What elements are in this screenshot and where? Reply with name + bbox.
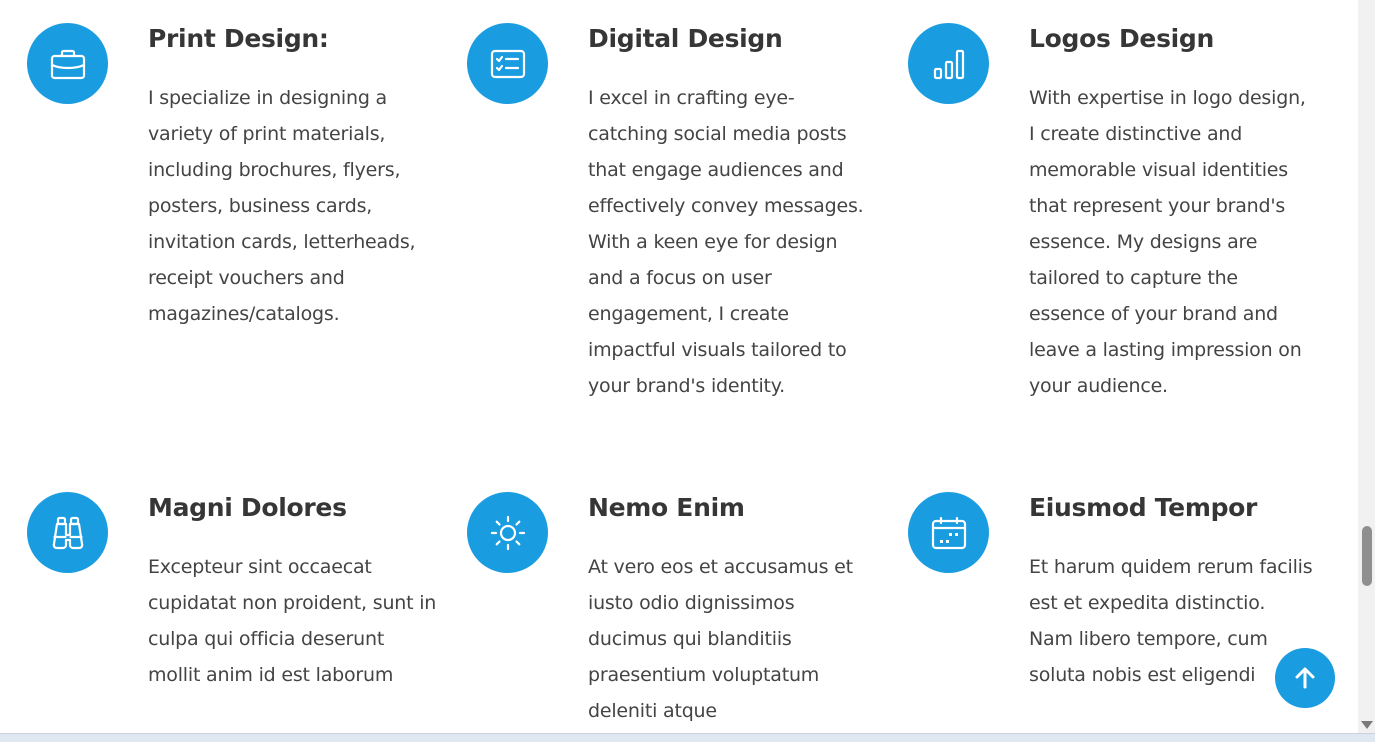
services-page: Print Design: I specialize in designing … — [0, 0, 1358, 733]
scrollbar-thumb[interactable] — [1362, 526, 1372, 586]
service-title: Magni Dolores — [148, 493, 347, 522]
service-title: Digital Design — [588, 24, 783, 53]
scroll-down-arrow-icon[interactable] — [1361, 721, 1373, 729]
vertical-scrollbar[interactable] — [1358, 0, 1375, 733]
service-description: Et harum quidem rerum facilis est et exp… — [1029, 556, 1313, 686]
service-title: Print Design: — [148, 24, 329, 53]
checklist-card-icon — [467, 23, 548, 104]
service-description: Excepteur sint occaecat cupidatat non pr… — [148, 556, 437, 686]
service-description: I specialize in designing a variety of p… — [148, 87, 416, 325]
service-description: I excel in crafting eye-catching social … — [588, 87, 864, 397]
binoculars-icon — [27, 492, 108, 573]
window-bottom-edge — [0, 733, 1375, 742]
service-title: Nemo Enim — [588, 493, 745, 522]
back-to-top-button[interactable] — [1275, 648, 1335, 708]
service-description: With expertise in logo design, I create … — [1029, 87, 1306, 397]
bar-chart-icon — [908, 23, 989, 104]
arrow-up-icon — [1295, 667, 1315, 689]
briefcase-icon — [27, 23, 108, 104]
service-description: At vero eos et accusamus et iusto odio d… — [588, 556, 853, 722]
sun-icon — [467, 492, 548, 573]
calendar-icon — [908, 492, 989, 573]
service-title: Eiusmod Tempor — [1029, 493, 1258, 522]
service-title: Logos Design — [1029, 24, 1215, 53]
